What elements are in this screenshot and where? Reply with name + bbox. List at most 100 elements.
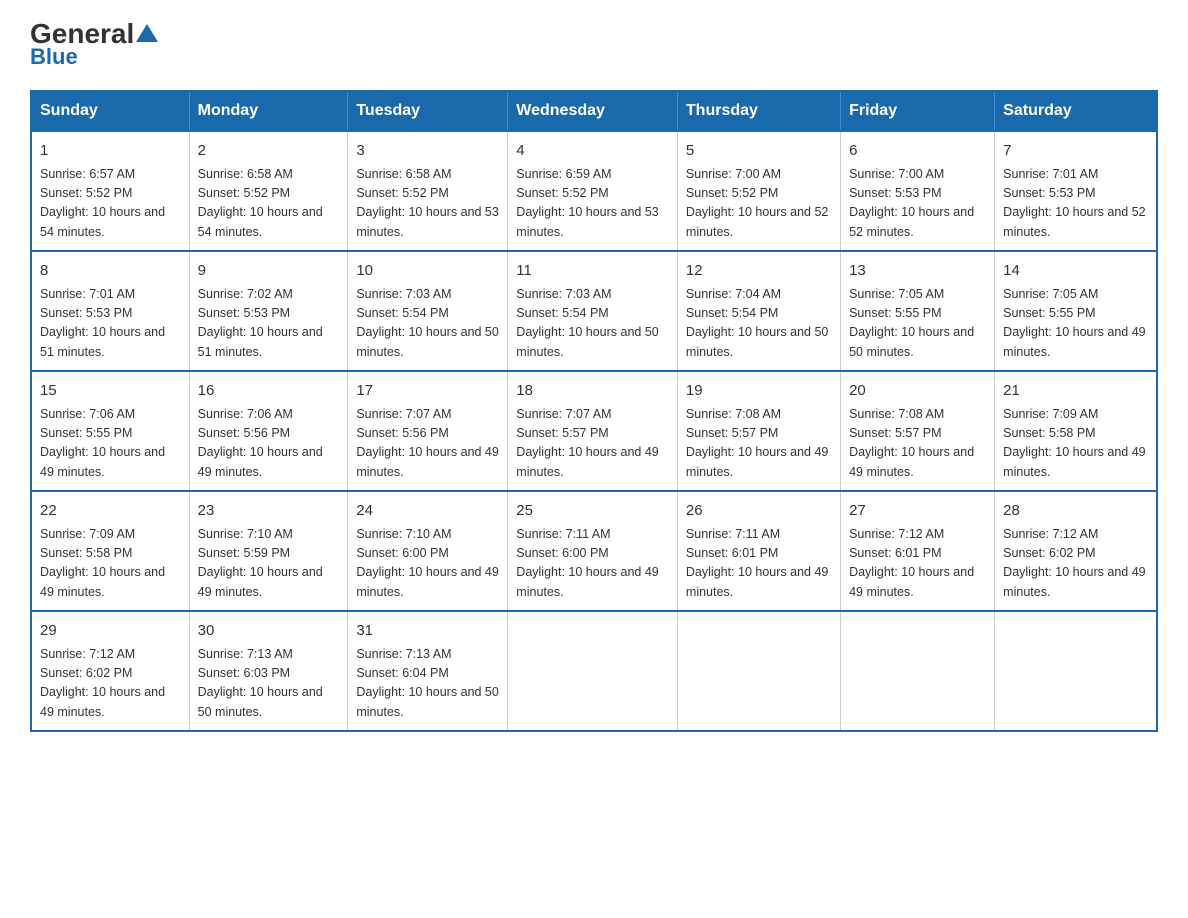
day-number: 20 [849, 380, 986, 403]
day-number: 15 [40, 380, 181, 403]
day-number: 12 [686, 260, 832, 283]
calendar-cell: 19Sunrise: 7:08 AMSunset: 5:57 PMDayligh… [677, 371, 840, 491]
calendar-cell: 2Sunrise: 6:58 AMSunset: 5:52 PMDaylight… [189, 131, 348, 251]
day-number: 19 [686, 380, 832, 403]
day-info: Sunrise: 7:06 AMSunset: 5:56 PMDaylight:… [198, 405, 340, 483]
day-number: 8 [40, 260, 181, 283]
day-info: Sunrise: 7:12 AMSunset: 6:02 PMDaylight:… [1003, 525, 1148, 603]
day-info: Sunrise: 7:10 AMSunset: 6:00 PMDaylight:… [356, 525, 499, 603]
calendar-cell: 6Sunrise: 7:00 AMSunset: 5:53 PMDaylight… [841, 131, 995, 251]
day-info: Sunrise: 7:03 AMSunset: 5:54 PMDaylight:… [516, 285, 669, 363]
day-info: Sunrise: 7:09 AMSunset: 5:58 PMDaylight:… [40, 525, 181, 603]
calendar-cell: 22Sunrise: 7:09 AMSunset: 5:58 PMDayligh… [31, 491, 189, 611]
day-number: 1 [40, 140, 181, 163]
calendar-cell: 17Sunrise: 7:07 AMSunset: 5:56 PMDayligh… [348, 371, 508, 491]
day-number: 7 [1003, 140, 1148, 163]
day-number: 14 [1003, 260, 1148, 283]
calendar-cell: 28Sunrise: 7:12 AMSunset: 6:02 PMDayligh… [995, 491, 1157, 611]
calendar-cell: 31Sunrise: 7:13 AMSunset: 6:04 PMDayligh… [348, 611, 508, 731]
day-number: 22 [40, 500, 181, 523]
day-info: Sunrise: 7:05 AMSunset: 5:55 PMDaylight:… [1003, 285, 1148, 363]
calendar-table: SundayMondayTuesdayWednesdayThursdayFrid… [30, 90, 1158, 732]
calendar-cell: 11Sunrise: 7:03 AMSunset: 5:54 PMDayligh… [508, 251, 678, 371]
logo-blue: Blue [30, 44, 78, 70]
calendar-cell: 13Sunrise: 7:05 AMSunset: 5:55 PMDayligh… [841, 251, 995, 371]
day-info: Sunrise: 7:07 AMSunset: 5:57 PMDaylight:… [516, 405, 669, 483]
day-number: 30 [198, 620, 340, 643]
week-row-2: 8Sunrise: 7:01 AMSunset: 5:53 PMDaylight… [31, 251, 1157, 371]
logo: General Blue [30, 20, 158, 70]
week-row-4: 22Sunrise: 7:09 AMSunset: 5:58 PMDayligh… [31, 491, 1157, 611]
calendar-cell: 3Sunrise: 6:58 AMSunset: 5:52 PMDaylight… [348, 131, 508, 251]
day-info: Sunrise: 7:05 AMSunset: 5:55 PMDaylight:… [849, 285, 986, 363]
day-info: Sunrise: 7:10 AMSunset: 5:59 PMDaylight:… [198, 525, 340, 603]
calendar-cell: 1Sunrise: 6:57 AMSunset: 5:52 PMDaylight… [31, 131, 189, 251]
calendar-cell: 14Sunrise: 7:05 AMSunset: 5:55 PMDayligh… [995, 251, 1157, 371]
header-thursday: Thursday [677, 91, 840, 131]
day-number: 21 [1003, 380, 1148, 403]
week-row-1: 1Sunrise: 6:57 AMSunset: 5:52 PMDaylight… [31, 131, 1157, 251]
calendar-cell: 23Sunrise: 7:10 AMSunset: 5:59 PMDayligh… [189, 491, 348, 611]
calendar-cell: 8Sunrise: 7:01 AMSunset: 5:53 PMDaylight… [31, 251, 189, 371]
day-number: 9 [198, 260, 340, 283]
calendar-cell: 30Sunrise: 7:13 AMSunset: 6:03 PMDayligh… [189, 611, 348, 731]
header-monday: Monday [189, 91, 348, 131]
day-info: Sunrise: 7:01 AMSunset: 5:53 PMDaylight:… [40, 285, 181, 363]
day-info: Sunrise: 7:02 AMSunset: 5:53 PMDaylight:… [198, 285, 340, 363]
calendar-cell: 5Sunrise: 7:00 AMSunset: 5:52 PMDaylight… [677, 131, 840, 251]
day-info: Sunrise: 7:13 AMSunset: 6:03 PMDaylight:… [198, 645, 340, 723]
day-info: Sunrise: 7:00 AMSunset: 5:53 PMDaylight:… [849, 165, 986, 243]
calendar-cell [677, 611, 840, 731]
calendar-cell: 4Sunrise: 6:59 AMSunset: 5:52 PMDaylight… [508, 131, 678, 251]
calendar-cell: 20Sunrise: 7:08 AMSunset: 5:57 PMDayligh… [841, 371, 995, 491]
calendar-cell: 18Sunrise: 7:07 AMSunset: 5:57 PMDayligh… [508, 371, 678, 491]
week-row-5: 29Sunrise: 7:12 AMSunset: 6:02 PMDayligh… [31, 611, 1157, 731]
day-info: Sunrise: 7:07 AMSunset: 5:56 PMDaylight:… [356, 405, 499, 483]
day-number: 31 [356, 620, 499, 643]
calendar-cell: 21Sunrise: 7:09 AMSunset: 5:58 PMDayligh… [995, 371, 1157, 491]
header-wednesday: Wednesday [508, 91, 678, 131]
day-info: Sunrise: 7:04 AMSunset: 5:54 PMDaylight:… [686, 285, 832, 363]
day-number: 26 [686, 500, 832, 523]
calendar-cell [995, 611, 1157, 731]
day-info: Sunrise: 6:58 AMSunset: 5:52 PMDaylight:… [198, 165, 340, 243]
day-number: 4 [516, 140, 669, 163]
day-info: Sunrise: 6:57 AMSunset: 5:52 PMDaylight:… [40, 165, 181, 243]
day-info: Sunrise: 7:12 AMSunset: 6:02 PMDaylight:… [40, 645, 181, 723]
day-number: 13 [849, 260, 986, 283]
day-number: 29 [40, 620, 181, 643]
day-number: 28 [1003, 500, 1148, 523]
calendar-cell: 29Sunrise: 7:12 AMSunset: 6:02 PMDayligh… [31, 611, 189, 731]
day-number: 11 [516, 260, 669, 283]
calendar-cell [841, 611, 995, 731]
day-info: Sunrise: 7:00 AMSunset: 5:52 PMDaylight:… [686, 165, 832, 243]
day-info: Sunrise: 6:58 AMSunset: 5:52 PMDaylight:… [356, 165, 499, 243]
calendar-cell: 25Sunrise: 7:11 AMSunset: 6:00 PMDayligh… [508, 491, 678, 611]
day-number: 24 [356, 500, 499, 523]
calendar-cell: 26Sunrise: 7:11 AMSunset: 6:01 PMDayligh… [677, 491, 840, 611]
day-number: 16 [198, 380, 340, 403]
day-info: Sunrise: 7:01 AMSunset: 5:53 PMDaylight:… [1003, 165, 1148, 243]
header-friday: Friday [841, 91, 995, 131]
calendar-cell: 16Sunrise: 7:06 AMSunset: 5:56 PMDayligh… [189, 371, 348, 491]
calendar-cell: 12Sunrise: 7:04 AMSunset: 5:54 PMDayligh… [677, 251, 840, 371]
calendar-cell: 10Sunrise: 7:03 AMSunset: 5:54 PMDayligh… [348, 251, 508, 371]
day-info: Sunrise: 7:11 AMSunset: 6:01 PMDaylight:… [686, 525, 832, 603]
day-number: 25 [516, 500, 669, 523]
day-info: Sunrise: 7:13 AMSunset: 6:04 PMDaylight:… [356, 645, 499, 723]
day-info: Sunrise: 7:12 AMSunset: 6:01 PMDaylight:… [849, 525, 986, 603]
day-number: 3 [356, 140, 499, 163]
day-number: 5 [686, 140, 832, 163]
calendar-cell: 7Sunrise: 7:01 AMSunset: 5:53 PMDaylight… [995, 131, 1157, 251]
day-number: 2 [198, 140, 340, 163]
day-number: 27 [849, 500, 986, 523]
day-number: 17 [356, 380, 499, 403]
calendar-cell [508, 611, 678, 731]
day-info: Sunrise: 7:03 AMSunset: 5:54 PMDaylight:… [356, 285, 499, 363]
day-number: 23 [198, 500, 340, 523]
calendar-cell: 9Sunrise: 7:02 AMSunset: 5:53 PMDaylight… [189, 251, 348, 371]
page-header: General Blue [30, 20, 1158, 70]
calendar-header-row: SundayMondayTuesdayWednesdayThursdayFrid… [31, 91, 1157, 131]
day-number: 10 [356, 260, 499, 283]
header-tuesday: Tuesday [348, 91, 508, 131]
